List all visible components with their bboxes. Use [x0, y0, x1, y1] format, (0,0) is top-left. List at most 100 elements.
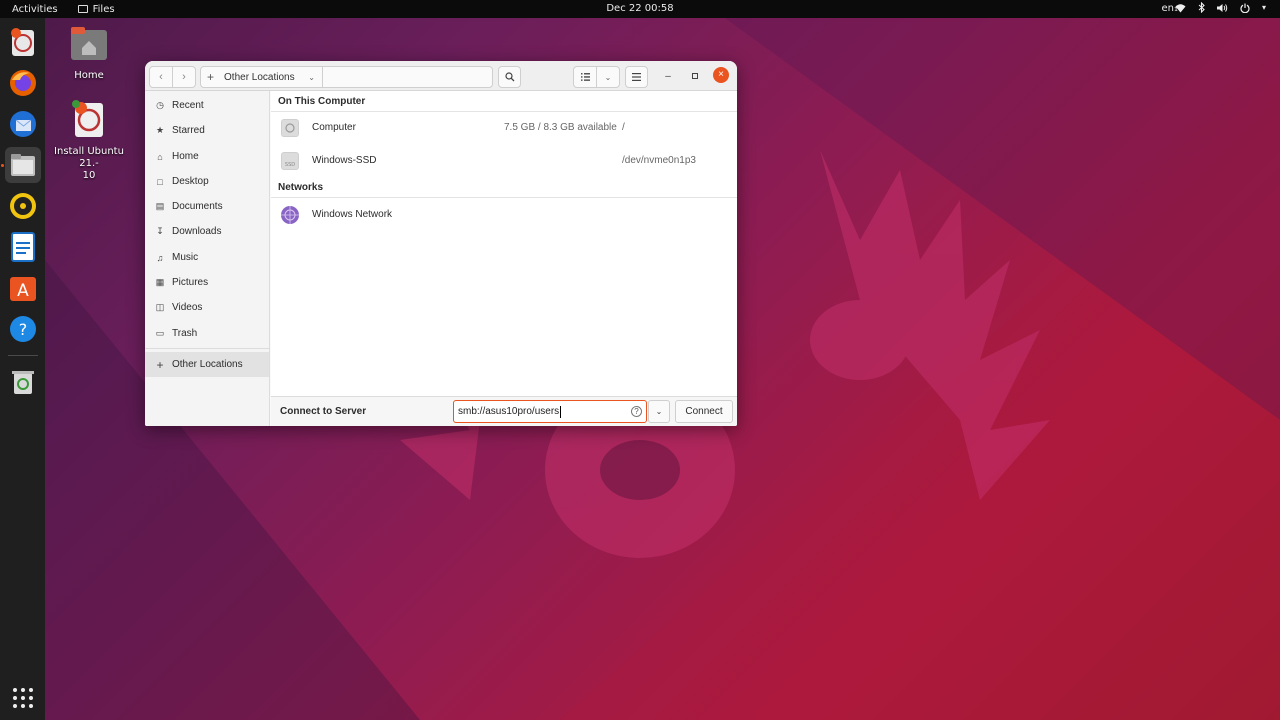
chevron-down-icon: ⌄	[604, 72, 612, 82]
path-segment-other-locations[interactable]: + Other Locations ⌄	[201, 67, 323, 87]
trash-icon: ▭	[155, 328, 165, 338]
dock-software[interactable]: A	[5, 270, 41, 306]
desktop-home-icon[interactable]: Home	[44, 26, 134, 82]
dock-thunderbird[interactable]	[5, 106, 41, 142]
location-row-computer[interactable]: Computer 7.5 GB / 8.3 GB available /	[271, 113, 737, 143]
dock-firefox[interactable]	[5, 65, 41, 101]
libreoffice-writer-icon	[11, 232, 35, 262]
dock: A ?	[0, 18, 45, 720]
sidebar-item-downloads[interactable]: ↧ Downloads	[145, 219, 269, 244]
ssd-drive-icon: SSD	[281, 152, 299, 170]
back-button[interactable]: ‹	[149, 66, 173, 88]
help-icon[interactable]: ?	[631, 406, 642, 417]
video-icon: ◫	[155, 302, 165, 312]
sidebar-item-label: Desktop	[172, 176, 209, 187]
path-bar[interactable]: + Other Locations ⌄	[200, 66, 493, 88]
location-row-windows-network[interactable]: Windows Network	[271, 200, 737, 230]
main-menu-button[interactable]	[625, 66, 648, 88]
app-menu[interactable]: Files	[77, 3, 115, 15]
sidebar-item-videos[interactable]: ◫ Videos	[145, 295, 269, 320]
section-title-on-this-computer: On This Computer	[278, 96, 366, 107]
activities-button[interactable]: Activities	[12, 4, 58, 15]
view-toggle-button[interactable]	[573, 66, 597, 88]
location-name: Windows-SSD	[312, 155, 377, 166]
download-icon: ↧	[156, 226, 164, 236]
sidebar-divider	[145, 348, 269, 349]
sidebar-item-recent[interactable]: ◷ Recent	[145, 93, 269, 118]
sidebar-item-other-locations[interactable]: + Other Locations	[145, 352, 269, 377]
app-menu-label: Files	[92, 3, 115, 15]
ubuntu-software-icon: A	[10, 277, 36, 301]
minimize-button[interactable]: –	[660, 68, 676, 84]
bluetooth-icon	[1198, 2, 1205, 13]
sidebar-item-desktop[interactable]: □ Desktop	[145, 169, 269, 194]
maximize-button[interactable]	[687, 68, 703, 84]
section-divider	[271, 197, 737, 198]
connect-button[interactable]: Connect	[675, 400, 733, 423]
sidebar-item-home[interactable]: ⌂ Home	[145, 144, 269, 169]
chevron-down-icon: ▾	[1261, 3, 1266, 12]
system-tray[interactable]: ▾	[1175, 2, 1266, 13]
installer-disc-icon	[72, 100, 103, 137]
server-address-value: smb://asus10pro/users	[458, 406, 560, 417]
desktop-installer-icon[interactable]: Install Ubuntu 21.- 10	[44, 100, 134, 182]
text-cursor	[560, 405, 562, 418]
help-icon: ?	[10, 316, 36, 342]
dock-writer[interactable]	[5, 229, 41, 265]
running-indicator	[1, 164, 4, 167]
sidebar-item-label: Music	[172, 252, 199, 263]
clock[interactable]: Dec 22 00:58	[560, 3, 720, 14]
dock-help[interactable]: ?	[5, 311, 41, 347]
dock-installer[interactable]	[5, 24, 41, 60]
sidebar-item-starred[interactable]: ★ Starred	[145, 118, 269, 143]
sidebar-item-documents[interactable]: ▤ Documents	[145, 194, 269, 219]
view-options-button[interactable]: ⌄	[596, 66, 620, 88]
sidebar-item-label: Downloads	[172, 226, 222, 237]
hamburger-menu-icon	[632, 73, 641, 81]
search-button[interactable]	[498, 66, 521, 88]
chevron-left-icon: ‹	[159, 71, 163, 83]
header-bar: ‹ › + Other Locations ⌄ ⌄ – ×	[145, 61, 737, 91]
connect-to-server-label: Connect to Server	[280, 406, 367, 417]
clock-icon: ◷	[156, 100, 164, 110]
files-icon	[11, 154, 35, 176]
sidebar: ◷ Recent ★ Starred ⌂ Home □ Desktop ▤ Do…	[145, 91, 270, 426]
close-button[interactable]: ×	[713, 67, 729, 83]
location-path: /	[622, 122, 625, 133]
files-window: ‹ › + Other Locations ⌄ ⌄ – × ◷ Recent ★…	[145, 61, 737, 426]
dock-separator	[8, 355, 38, 356]
dock-show-apps[interactable]	[5, 680, 41, 716]
sidebar-item-music[interactable]: ♫ Music	[145, 245, 269, 270]
show-apps-icon	[13, 688, 33, 708]
music-icon: ♫	[156, 252, 164, 263]
forward-button[interactable]: ›	[172, 66, 196, 88]
volume-icon	[1216, 3, 1228, 12]
dock-rhythmbox[interactable]	[5, 188, 41, 224]
trash-icon	[12, 371, 34, 394]
recent-servers-dropdown[interactable]: ⌄	[648, 400, 670, 423]
hard-drive-icon	[281, 119, 299, 137]
plus-icon: +	[207, 70, 215, 84]
sidebar-item-label: Trash	[172, 328, 198, 339]
section-divider	[271, 111, 737, 112]
location-row-windows-ssd[interactable]: SSD Windows-SSD /dev/nvme0n1p3	[271, 146, 737, 176]
sidebar-item-pictures[interactable]: ▦ Pictures	[145, 270, 269, 295]
thunderbird-icon	[10, 111, 36, 137]
location-path: /dev/nvme0n1p3	[622, 155, 696, 166]
path-segment-label: Other Locations	[224, 71, 295, 83]
dock-files[interactable]	[5, 147, 41, 183]
location-name: Windows Network	[312, 209, 393, 220]
chevron-down-icon: ⌄	[655, 407, 663, 416]
dock-trash[interactable]	[5, 364, 41, 400]
sidebar-item-label: Videos	[172, 302, 203, 313]
wifi-icon	[1175, 3, 1186, 12]
sidebar-item-label: Other Locations	[172, 359, 243, 370]
sidebar-item-label: Pictures	[172, 277, 209, 288]
list-view-icon	[580, 73, 590, 81]
server-address-input[interactable]: smb://asus10pro/users ?	[453, 400, 647, 423]
ubuntu-installer-icon	[11, 28, 34, 56]
document-icon: ▤	[155, 201, 165, 211]
desktop-installer-label: Install Ubuntu 21.- 10	[54, 146, 124, 181]
location-space: 7.5 GB / 8.3 GB available	[504, 122, 617, 133]
sidebar-item-trash[interactable]: ▭ Trash	[145, 321, 269, 346]
